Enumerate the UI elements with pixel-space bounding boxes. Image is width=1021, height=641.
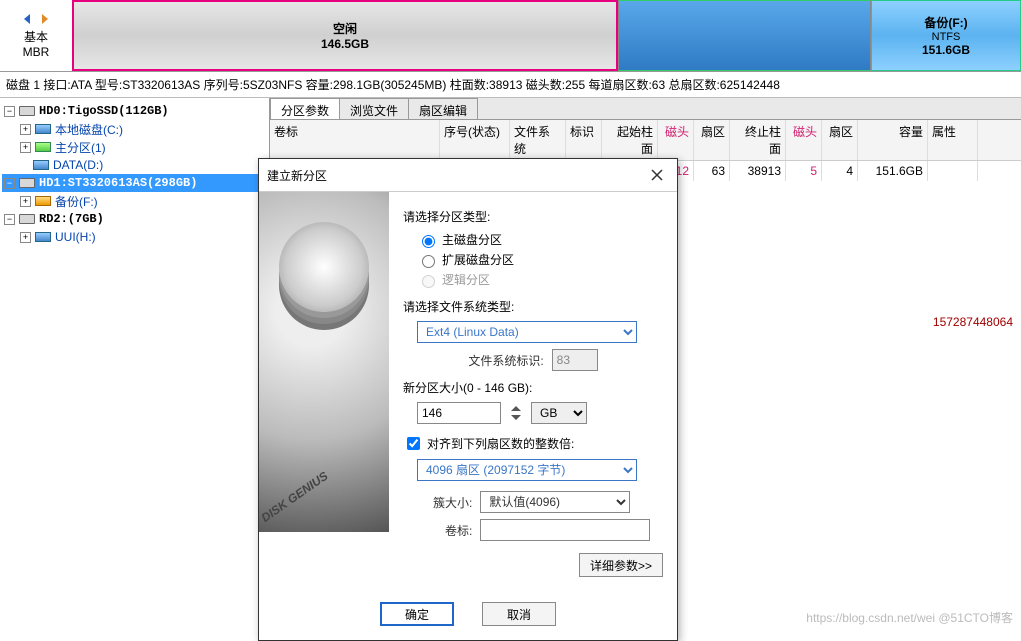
col-end-cyl[interactable]: 终止柱面 xyxy=(730,120,786,160)
volume-label-input[interactable] xyxy=(480,519,650,541)
label-volume: 卷标: xyxy=(445,522,472,539)
radio-primary[interactable]: 主磁盘分区 xyxy=(417,231,663,248)
label-fs-type: 请选择文件系统类型: xyxy=(403,298,663,315)
partition-icon xyxy=(35,140,51,154)
tree-hd1[interactable]: −HD1:ST3320613AS(298GB) xyxy=(2,174,267,192)
hdd-icon xyxy=(19,212,35,226)
partition-icon xyxy=(33,158,49,172)
size-unit-select[interactable]: GB xyxy=(531,402,587,424)
col-capacity[interactable]: 容量 xyxy=(858,120,928,160)
spinner-icon[interactable] xyxy=(509,402,523,424)
expand-icon[interactable]: + xyxy=(20,232,31,243)
radio-primary-input[interactable] xyxy=(422,235,435,248)
arrow-right-icon[interactable] xyxy=(37,12,51,26)
expand-icon[interactable]: + xyxy=(20,142,31,153)
disk-map: 空闲 146.5GB 备份(F:) NTFS 151.6GB xyxy=(72,0,1021,71)
col-head2[interactable]: 磁头 xyxy=(786,120,822,160)
expand-icon[interactable]: + xyxy=(20,196,31,207)
align-checkbox[interactable] xyxy=(407,437,420,450)
diskmap-backup-size: 151.6GB xyxy=(922,43,970,57)
radio-extended[interactable]: 扩展磁盘分区 xyxy=(417,251,663,268)
collapse-icon[interactable]: − xyxy=(4,214,15,225)
col-sec2[interactable]: 扇区 xyxy=(822,120,858,160)
diskmap-backup-fs: NTFS xyxy=(932,31,961,43)
collapse-icon[interactable]: − xyxy=(4,106,15,117)
col-head1[interactable]: 磁头 xyxy=(658,120,694,160)
col-seq[interactable]: 序号(状态) xyxy=(440,120,510,160)
tree-hd0[interactable]: −HD0:TigoSSD(112GB) xyxy=(2,102,267,120)
label-size: 新分区大小(0 - 146 GB): xyxy=(403,379,663,396)
grid-header: 卷标 序号(状态) 文件系统 标识 起始柱面 磁头 扇区 终止柱面 磁头 扇区 … xyxy=(270,120,1021,161)
collapse-icon[interactable]: − xyxy=(4,178,15,189)
tree-rd2[interactable]: −RD2:(7GB) xyxy=(2,210,267,228)
brand-text: DISK GENIUS xyxy=(259,469,331,525)
close-button[interactable] xyxy=(645,165,669,185)
size-input[interactable] xyxy=(417,402,501,424)
tree-uui-h[interactable]: +UUI(H:) xyxy=(2,228,267,246)
tabs: 分区参数 浏览文件 扇区编辑 xyxy=(270,98,1021,120)
tree-main-1[interactable]: +主分区(1) xyxy=(2,138,267,156)
radio-logical: 逻辑分区 xyxy=(417,271,663,288)
partition-icon xyxy=(35,122,51,136)
cancel-button[interactable]: 取消 xyxy=(482,602,556,626)
align-select[interactable]: 4096 扇区 (2097152 字节) xyxy=(417,459,637,481)
col-start-cyl[interactable]: 起始柱面 xyxy=(602,120,658,160)
diskmap-extended-segment[interactable] xyxy=(618,0,871,71)
create-partition-dialog: 建立新分区 DISK GENIUS 请选择分区类型: 主磁盘分区 扩展磁盘分区 … xyxy=(258,158,678,641)
hdd-icon xyxy=(19,176,35,190)
label-align: 对齐到下列扇区数的整数倍: xyxy=(427,435,574,452)
diskmap-free-title: 空闲 xyxy=(333,20,357,37)
col-fs[interactable]: 文件系统 xyxy=(510,120,566,160)
partition-icon xyxy=(35,194,51,208)
fs-flag-input xyxy=(552,349,598,371)
col-attr[interactable]: 属性 xyxy=(928,120,978,160)
diskmap-free-segment[interactable]: 空闲 146.5GB xyxy=(72,0,618,71)
summary-value: 157287448064 xyxy=(933,315,1013,332)
nav-basic-mbr: 基本MBR xyxy=(0,0,72,71)
label-fs-flag: 文件系统标识: xyxy=(468,352,543,369)
disk-info-line: 磁盘 1 接口:ATA 型号:ST3320613AS 序列号:5SZ03NFS … xyxy=(0,72,1021,98)
diskmap-free-size: 146.5GB xyxy=(321,37,369,51)
col-flag[interactable]: 标识 xyxy=(566,120,602,160)
diskmap-backup-segment[interactable]: 备份(F:) NTFS 151.6GB xyxy=(871,0,1021,71)
dialog-title: 建立新分区 xyxy=(267,167,327,184)
tree-local-c[interactable]: +本地磁盘(C:) xyxy=(2,120,267,138)
tab-partition-params[interactable]: 分区参数 xyxy=(270,98,340,119)
col-sec1[interactable]: 扇区 xyxy=(694,120,730,160)
arrow-left-icon[interactable] xyxy=(21,12,35,26)
tree-data-d[interactable]: DATA(D:) xyxy=(2,156,267,174)
cluster-select[interactable]: 默认值(4096) xyxy=(480,491,630,513)
nav-mbr-label: MBR xyxy=(23,45,50,59)
radio-logical-input xyxy=(422,275,435,288)
watermark: https://blog.csdn.net/wei @51CTO博客 xyxy=(806,609,1013,626)
disk-tree: −HD0:TigoSSD(112GB) +本地磁盘(C:) +主分区(1) DA… xyxy=(0,98,270,634)
label-cluster: 簇大小: xyxy=(433,494,472,511)
radio-extended-input[interactable] xyxy=(422,255,435,268)
label-partition-type: 请选择分区类型: xyxy=(403,208,663,225)
diskmap-backup-title: 备份(F:) xyxy=(924,14,967,31)
advanced-button[interactable]: 详细参数>> xyxy=(579,553,663,577)
ok-button[interactable]: 确定 xyxy=(380,602,454,626)
tree-backup-f[interactable]: +备份(F:) xyxy=(2,192,267,210)
hdd-icon xyxy=(19,104,35,118)
filesystem-select[interactable]: Ext4 (Linux Data) xyxy=(417,321,637,343)
dialog-image: DISK GENIUS xyxy=(259,192,389,532)
align-checkbox-row[interactable]: 对齐到下列扇区数的整数倍: xyxy=(403,434,663,453)
close-icon xyxy=(651,169,663,181)
partition-icon xyxy=(35,230,51,244)
nav-basic-label: 基本 xyxy=(24,30,48,44)
tab-browse-files[interactable]: 浏览文件 xyxy=(339,98,409,119)
expand-icon[interactable]: + xyxy=(20,124,31,135)
tab-sector-edit[interactable]: 扇区编辑 xyxy=(408,98,478,119)
col-volume[interactable]: 卷标 xyxy=(270,120,440,160)
